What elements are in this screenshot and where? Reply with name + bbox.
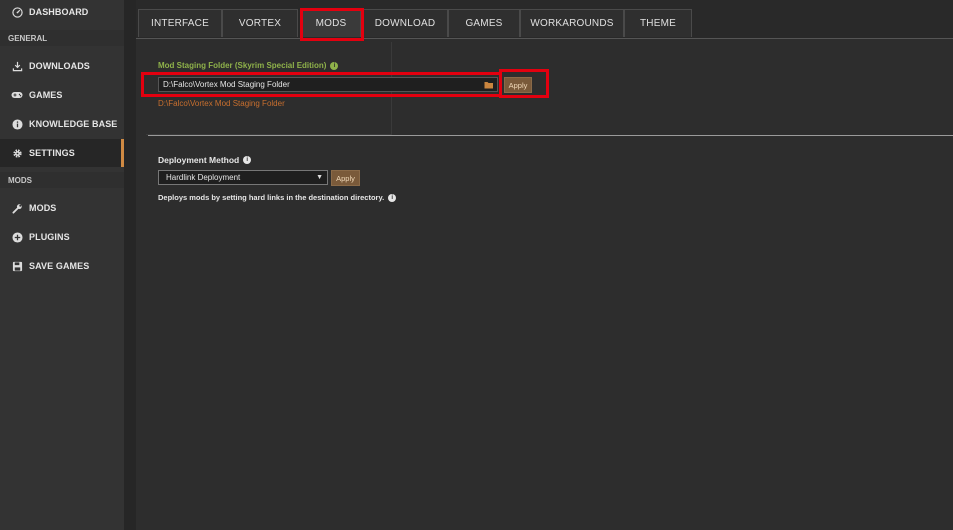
sidebar-gutter [125,0,136,530]
tab-interface[interactable]: INTERFACE [138,9,222,37]
download-icon [11,60,23,72]
sidebar-item-plugins[interactable]: PLUGINS [0,223,124,251]
deployment-apply-button[interactable]: Apply [331,170,360,186]
info-icon[interactable]: i [243,156,252,164]
sidebar-item-save-games[interactable]: SAVE GAMES [0,252,124,280]
deployment-description: Deploys mods by setting hard links in th… [158,193,397,202]
staging-folder-label: Mod Staging Folder (Skyrim Special Editi… [158,61,339,70]
caret-down-icon: ▼ [316,174,323,181]
settings-panel: INTERFACE VORTEX MODS DOWNLOAD GAMES WOR… [136,0,953,530]
sidebar-item-downloads[interactable]: DOWNLOADS [0,52,124,80]
info-icon [11,118,23,130]
plus-circle-icon [11,231,23,243]
deployment-method-select[interactable]: Hardlink Deployment ▼ [158,170,328,185]
tab-vortex[interactable]: VORTEX [222,9,298,37]
staging-apply-button[interactable]: Apply [504,77,532,93]
section-divider [148,135,953,136]
sidebar-item-label: KNOWLEDGE BASE [29,119,118,129]
sidebar-item-label: DASHBOARD [29,7,89,17]
sidebar-item-settings[interactable]: SETTINGS [0,139,124,167]
sidebar-item-mods[interactable]: MODS [0,194,124,222]
sidebar-item-games[interactable]: GAMES [0,81,124,109]
sidebar-item-label: SETTINGS [29,148,75,158]
sidebar-item-label: DOWNLOADS [29,61,90,71]
staging-resolved-path: D:\Falco\Vortex Mod Staging Folder [158,99,285,108]
sidebar-item-dashboard[interactable]: DASHBOARD [0,0,124,26]
dashboard-icon [11,6,23,18]
gamepad-icon [11,89,23,101]
settings-tabbar: INTERFACE VORTEX MODS DOWNLOAD GAMES WOR… [136,0,953,39]
deployment-method-label: Deployment Method i [158,155,252,165]
info-icon[interactable]: i [330,61,339,70]
sidebar-item-label: MODS [29,203,57,213]
tab-workarounds[interactable]: WORKAROUNDS [520,9,624,37]
gear-icon [11,147,23,159]
tab-download[interactable]: DOWNLOAD [362,9,448,37]
wrench-icon [11,202,23,214]
sidebar: DASHBOARD GENERAL DOWNLOADS GAMES KNOWLE… [0,0,125,530]
sidebar-item-knowledge-base[interactable]: KNOWLEDGE BASE [0,110,124,138]
sidebar-item-label: PLUGINS [29,232,70,242]
floppy-disk-icon [11,260,23,272]
tab-games[interactable]: GAMES [448,9,520,37]
staging-folder-input[interactable]: D:\Falco\Vortex Mod Staging Folder [158,77,498,92]
folder-open-icon[interactable] [484,81,494,91]
sidebar-item-label: SAVE GAMES [29,261,90,271]
info-icon[interactable]: i [388,193,397,202]
sidebar-section-mods: MODS [0,172,124,188]
sidebar-item-label: GAMES [29,90,63,100]
sidebar-section-general: GENERAL [0,30,124,46]
tab-mods[interactable]: MODS [301,9,361,37]
tab-theme[interactable]: THEME [624,9,692,37]
